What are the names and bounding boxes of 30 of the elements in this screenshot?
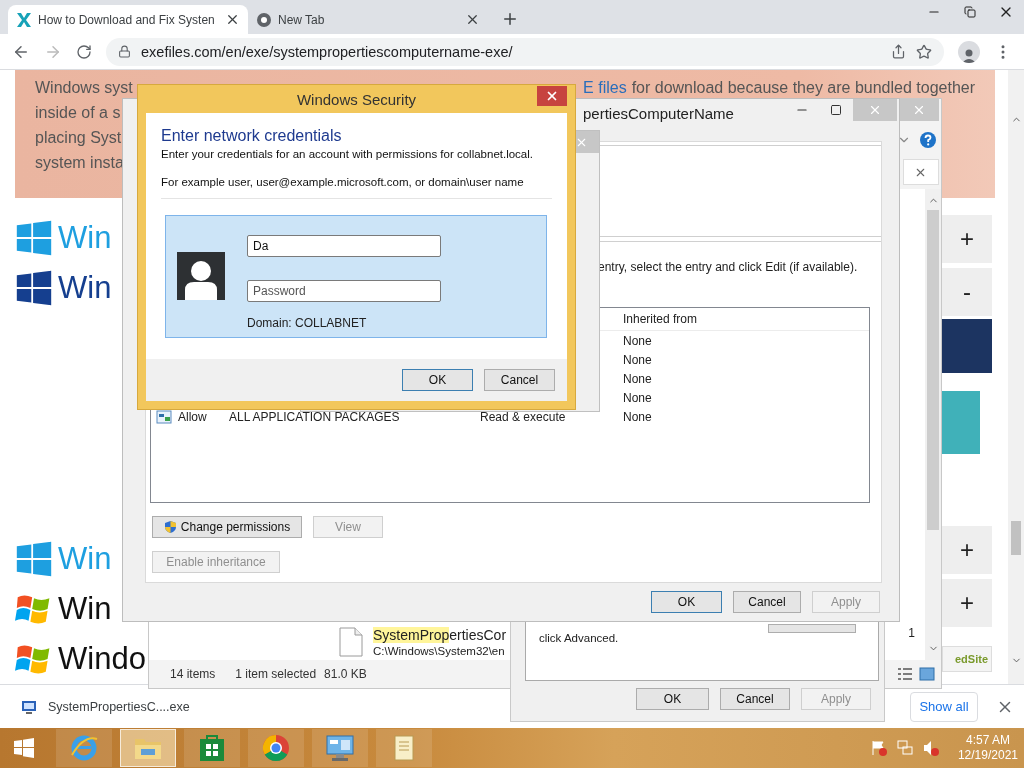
table-cell-text: None [623, 371, 653, 386]
logo-text: Windo [58, 641, 146, 677]
table-cell-text: None [623, 409, 653, 424]
selection-status: 1 item selected [235, 667, 317, 681]
domain-label: Domain: COLLABNET [247, 316, 368, 330]
hint-text: click Advanced. [539, 632, 619, 644]
table-cell-text: ALL APPLICATION PACKAGES [229, 409, 401, 424]
dialog-title: Windows Security [295, 90, 418, 108]
column-value: 1 [908, 626, 915, 640]
logo-text: Win [58, 220, 112, 256]
logo-text: Win [58, 591, 112, 627]
table-cell-text: None [623, 352, 653, 367]
intro-text: Windows syst [35, 78, 133, 98]
description-text: Enter your credentials for an account with permissions for collabnet.local. [161, 148, 534, 160]
logo-text: Win [58, 270, 112, 306]
window-title: pertiesComputerName [583, 104, 735, 122]
table-cell-text: Read & execute [480, 409, 567, 424]
selection-size: 81.0 KB [324, 667, 367, 681]
table-cell-text: None [623, 390, 653, 405]
intro-text: placing Syst [35, 128, 122, 148]
site-badge: edSite [942, 646, 992, 672]
item-count: 14 items [170, 667, 216, 681]
intro-text: inside of a s [35, 103, 121, 123]
intro-text: for download because they are bundled together [631, 78, 975, 98]
example-text: For example user, user@example.microsoft.com, or domain\user name [161, 176, 525, 188]
table-cell: Allow [178, 409, 207, 424]
table-cell-text: None [623, 333, 653, 348]
dialog-heading: Enter network credentials [161, 127, 343, 145]
logo-text: Win [58, 541, 112, 577]
file-path: C:\Windows\System32\en [373, 645, 506, 657]
